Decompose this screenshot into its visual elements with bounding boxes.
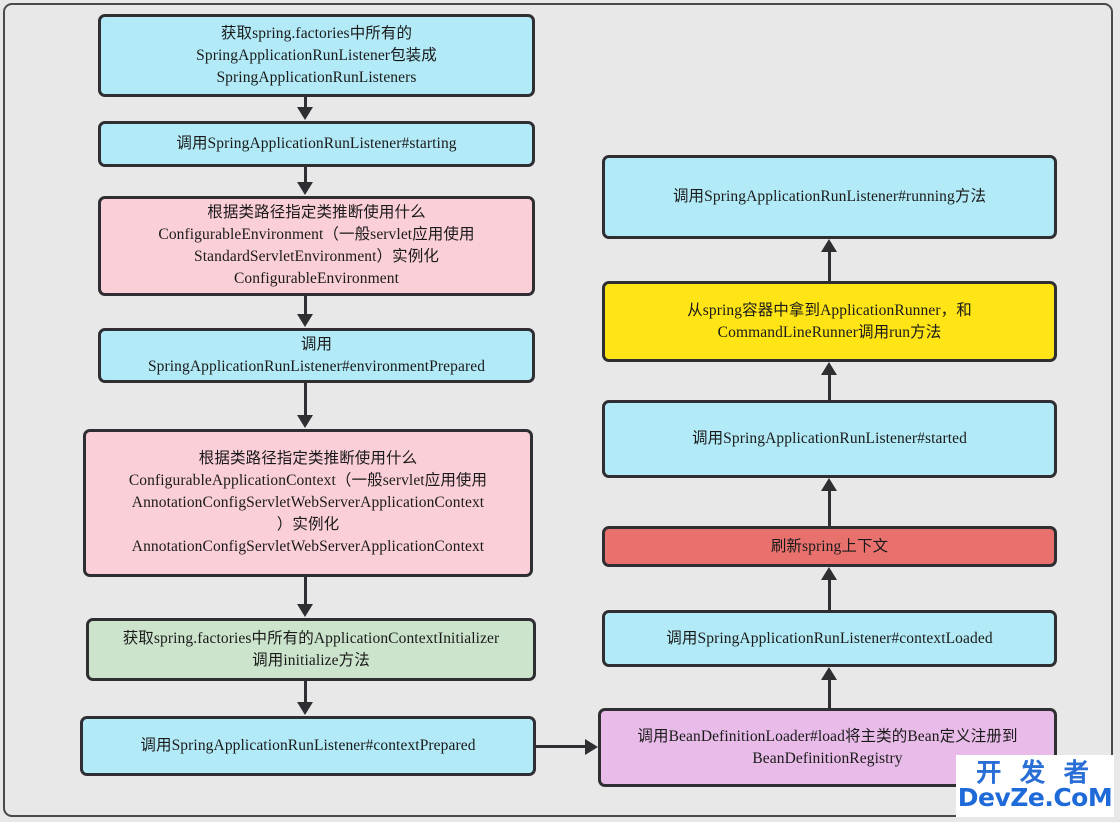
arrowhead-down: [297, 702, 313, 715]
edge-n8-n9: [828, 679, 831, 708]
arrowhead-up: [821, 567, 837, 580]
node-infer-environment[interactable]: 根据类路径指定类推断使用什么 ConfigurableEnvironment（一…: [98, 196, 535, 296]
node-infer-application-context[interactable]: 根据类路径指定类推断使用什么 ConfigurableApplicationCo…: [83, 429, 533, 577]
node-context-loaded[interactable]: 调用SpringApplicationRunListener#contextLo…: [602, 610, 1057, 667]
edge-n9-n10: [828, 579, 831, 610]
edge-n5-n6: [304, 577, 307, 607]
node-context-prepared[interactable]: 调用SpringApplicationRunListener#contextPr…: [80, 716, 536, 776]
arrowhead-right: [585, 739, 598, 755]
arrowhead-down: [297, 415, 313, 428]
arrowhead-up: [821, 478, 837, 491]
edge-n6-n7: [304, 681, 307, 704]
arrowhead-up: [821, 667, 837, 680]
node-label: 从spring容器中拿到ApplicationRunner，和 CommandL…: [687, 301, 972, 341]
edge-n10-n11: [828, 490, 831, 526]
node-label: 调用SpringApplicationRunListener#starting: [176, 135, 457, 152]
node-get-run-listeners[interactable]: 获取spring.factories中所有的 SpringApplication…: [98, 14, 535, 97]
node-label: 调用SpringApplicationRunListener#running方法: [672, 188, 987, 205]
node-listener-running[interactable]: 调用SpringApplicationRunListener#running方法: [602, 155, 1057, 239]
watermark-line-1: 开 发 者: [976, 758, 1094, 788]
node-label: 调用SpringApplicationRunListener#contextLo…: [666, 629, 993, 647]
edge-n7-n8: [536, 745, 589, 748]
edge-n11-n12: [828, 374, 831, 400]
arrowhead-down: [297, 182, 313, 195]
arrowhead-down: [297, 604, 313, 617]
edge-n4-n5: [304, 383, 307, 417]
node-refresh-context[interactable]: 刷新spring上下文: [602, 526, 1057, 567]
arrowhead-up: [821, 362, 837, 375]
node-label: 获取spring.factories中所有的 SpringApplication…: [196, 24, 437, 86]
edge-n3-n4: [304, 296, 307, 316]
arrowhead-up: [821, 239, 837, 252]
node-runners[interactable]: 从spring容器中拿到ApplicationRunner，和 CommandL…: [602, 281, 1057, 362]
node-context-initializers[interactable]: 获取spring.factories中所有的ApplicationContext…: [86, 618, 536, 681]
edge-n12-n13: [828, 251, 831, 281]
arrowhead-down: [297, 107, 313, 120]
node-listener-started[interactable]: 调用SpringApplicationRunListener#started: [602, 400, 1057, 478]
node-environment-prepared[interactable]: 调用 SpringApplicationRunListener#environm…: [98, 328, 535, 383]
node-listener-starting[interactable]: 调用SpringApplicationRunListener#starting: [98, 121, 535, 167]
node-label: 根据类路径指定类推断使用什么 ConfigurableEnvironment（一…: [158, 204, 475, 287]
watermark-line-2: DevZe.CoM: [957, 783, 1113, 813]
node-label: 调用SpringApplicationRunListener#started: [691, 430, 967, 447]
node-label: 刷新spring上下文: [770, 537, 889, 555]
flowchart-canvas: 获取spring.factories中所有的 SpringApplication…: [0, 0, 1120, 822]
node-label: 根据类路径指定类推断使用什么 ConfigurableApplicationCo…: [128, 450, 488, 555]
watermark: 开 发 者 DevZe.CoM: [956, 755, 1114, 817]
arrowhead-down: [297, 314, 313, 327]
node-label: 调用SpringApplicationRunListener#contextPr…: [140, 737, 476, 754]
node-label: 获取spring.factories中所有的ApplicationContext…: [122, 629, 500, 669]
node-label: 调用 SpringApplicationRunListener#environm…: [147, 335, 486, 375]
